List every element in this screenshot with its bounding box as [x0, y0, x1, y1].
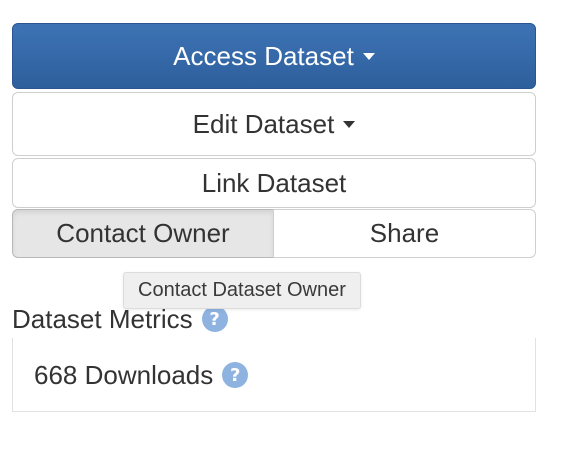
share-label: Share — [369, 218, 440, 248]
contact-owner-tooltip: Contact Dataset Owner — [123, 272, 361, 309]
access-dataset-button[interactable]: Access Dataset — [12, 23, 536, 89]
contact-owner-button[interactable]: Contact Owner — [12, 209, 274, 258]
edit-dataset-button[interactable]: Edit Dataset — [12, 92, 536, 156]
dataset-metrics-panel: 668 Downloads ? — [12, 338, 536, 412]
edit-dataset-label: Edit Dataset — [192, 108, 335, 139]
tooltip-text: Contact Dataset Owner — [138, 279, 346, 301]
share-button[interactable]: Share — [273, 209, 536, 258]
downloads-metric: 668 Downloads ? — [34, 338, 249, 412]
caret-down-icon — [362, 52, 375, 60]
question-circle-icon[interactable]: ? — [222, 362, 249, 388]
access-dataset-label: Access Dataset — [173, 40, 354, 71]
link-dataset-button[interactable]: Link Dataset — [12, 158, 536, 208]
contact-owner-label: Contact Owner — [56, 218, 230, 248]
dataset-actions-panel: Access Dataset Edit Dataset Link Dataset… — [0, 0, 564, 460]
caret-down-icon — [343, 120, 356, 128]
downloads-count: 668 Downloads — [34, 359, 214, 390]
link-dataset-label: Link Dataset — [201, 167, 347, 198]
question-circle-icon[interactable]: ? — [201, 306, 228, 332]
